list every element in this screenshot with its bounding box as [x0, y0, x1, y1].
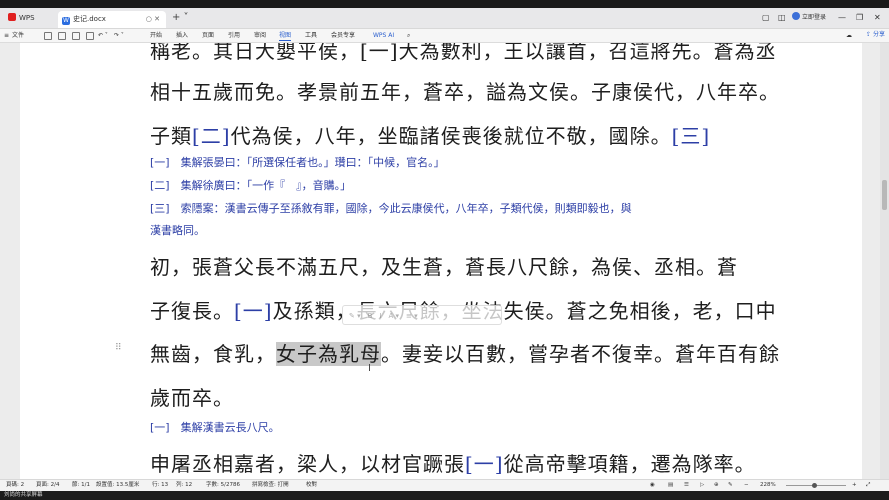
body-line-1: 稱老。其日大嬰平侯，[一]大為數利，王以讓首，召這將先。蒼為丞: [150, 43, 777, 63]
status-row: 行: 13: [152, 482, 169, 488]
selected-text[interactable]: 女子為乳母: [276, 342, 381, 366]
menu-member[interactable]: 会员专享: [331, 29, 355, 42]
wps-logo-icon: [8, 13, 16, 21]
screen-share-top-bar: [0, 0, 889, 8]
document-page[interactable]: 稱老。其日大嬰平侯，[一]大為數利，王以讓首，召這將先。蒼為丞 相十五歲而免。孝…: [20, 43, 862, 479]
menu-file[interactable]: 文件: [12, 29, 24, 42]
undo-icon[interactable]: ↶ ˅: [98, 29, 108, 42]
note-line-3: [三] 索隱案：漢書云傳子至孫敘有罪，國除，今此云康侯代，八年卒，子類代侯，則類…: [150, 202, 632, 215]
play-icon[interactable]: ▷: [700, 480, 704, 491]
text-run: 子復長。: [150, 299, 234, 323]
menu-page[interactable]: 页面: [202, 29, 214, 42]
zoom-out-icon[interactable]: −: [744, 480, 749, 491]
body-line-8: 申屠丞相嘉者，梁人，以材官蹶張[一]從高帝擊項籍，遷為隊率。: [150, 448, 756, 477]
fit-icon[interactable]: ⤢: [866, 480, 870, 491]
avatar-icon: [792, 12, 800, 20]
text-cursor-icon: I: [368, 363, 371, 374]
text-run: 申屠丞相嘉者，梁人，以材官蹶張: [150, 452, 465, 476]
zoom-in-icon[interactable]: +: [852, 480, 857, 491]
open-icon[interactable]: [58, 32, 66, 40]
status-col: 列: 12: [176, 482, 193, 488]
layout-icon[interactable]: ▢: [762, 11, 770, 25]
edit-icon[interactable]: ✎: [728, 480, 733, 491]
taskbar-label: 刘尚的共享屏幕: [4, 492, 43, 498]
menu-reference[interactable]: 引用: [228, 29, 240, 42]
text-run: 子類: [150, 124, 192, 148]
menu-wps-ai[interactable]: WPS AI: [373, 29, 394, 42]
menu-view[interactable]: 视图: [279, 29, 292, 41]
text-run: 。妻妾以百數，嘗孕者不復幸。蒼年百有餘: [381, 342, 780, 366]
floating-format-toolbar[interactable]: ✎ ▾ B I A ▾ ≡ ▾: [342, 305, 502, 325]
search-icon[interactable]: ⌕: [407, 29, 410, 42]
close-window-icon[interactable]: ✕: [874, 11, 881, 25]
close-tab-icon[interactable]: ○ ✕: [146, 11, 160, 27]
text-run: 從高帝擊項籍，遷為隊率。: [503, 452, 756, 476]
note-line-2: [二] 集解徐廣曰：「一作『 』，音購。」: [150, 179, 352, 192]
login-button[interactable]: 立即登录: [792, 12, 826, 24]
status-words[interactable]: 字數: 5/2786: [206, 480, 240, 491]
menu-home[interactable]: 开始: [150, 29, 162, 42]
restore-icon[interactable]: ❐: [856, 11, 863, 25]
body-line-7: 歲而卒。: [150, 386, 234, 410]
login-label: 立即登录: [802, 14, 827, 21]
footnote-ref[interactable]: [一]: [234, 299, 273, 323]
new-doc-icon[interactable]: [44, 32, 52, 40]
redo-icon[interactable]: ↷ ˅: [114, 29, 124, 42]
tab-wps-office[interactable]: WPS Office: [4, 10, 54, 38]
new-tab-icon[interactable]: + ˅: [172, 11, 189, 25]
status-spell[interactable]: 拼寫檢查: 打開: [252, 480, 289, 491]
menu-bar: ≡ 文件 ↶ ˅ ↷ ˅ 开始 插入 页面 引用 审阅 视图 工具 会员专享 W…: [0, 29, 889, 43]
save-icon[interactable]: [86, 32, 94, 40]
hamburger-icon[interactable]: ≡: [4, 29, 9, 42]
drag-handle-icon[interactable]: ⠿: [115, 343, 122, 353]
share-button[interactable]: ⇪ 分享: [866, 30, 885, 40]
tile-icon[interactable]: ◫: [778, 11, 786, 25]
footnote-ref[interactable]: [三]: [672, 124, 711, 148]
outline-icon[interactable]: ☰: [684, 480, 689, 491]
text-run: 無齒，食乳，: [150, 342, 276, 366]
menu-review[interactable]: 审阅: [254, 29, 266, 42]
word-doc-icon: W: [62, 17, 70, 25]
menu-tools[interactable]: 工具: [305, 29, 317, 42]
text-run: 代為侯，八年，坐臨諸侯喪後就位不敬，國除。: [230, 124, 672, 148]
body-line-2: 相十五歲而免。孝景前五年，蒼卒，謚為文侯。子康侯代，八年卒。: [150, 80, 780, 104]
document-workspace: 稱老。其日大嬰平侯，[一]大為數利，王以讓首，召這將先。蒼為丞 相十五歲而免。孝…: [0, 43, 889, 479]
tab-doc-label: 史记.docx: [73, 15, 106, 23]
tab-bar: WPS Office W史记.docx ○ ✕ + ˅ ▢ ◫ 立即登录 — ❐…: [0, 8, 889, 38]
menu-insert[interactable]: 插入: [176, 29, 188, 42]
taskbar: 刘尚的共享屏幕: [0, 491, 889, 500]
page-view-icon[interactable]: ▤: [668, 480, 673, 491]
body-line-6: 無齒，食乳，女子為乳母。妻妾以百數，嘗孕者不復幸。蒼年百有餘: [150, 338, 780, 367]
status-page: 頁碼: 2: [6, 482, 25, 488]
status-proof[interactable]: 校對: [306, 480, 317, 491]
note-line-3-cont: 漢書略同。: [150, 224, 205, 237]
body-line-4: 初，張蒼父長不滿五尺，及生蒼，蒼長八尺餘，為侯、丞相。蒼: [150, 255, 738, 279]
footnote-ref[interactable]: [一]: [465, 452, 504, 476]
print-icon[interactable]: [72, 32, 80, 40]
eye-icon[interactable]: ◉: [650, 480, 655, 491]
minimize-icon[interactable]: —: [838, 11, 846, 25]
body-line-3: 子類[二]代為侯，八年，坐臨諸侯喪後就位不敬，國除。[三]: [150, 120, 710, 149]
tab-document[interactable]: W 史记.docx ○ ✕: [58, 11, 166, 28]
note-line-1: [一] 集解張晏曰：「所選保任者也。」瓚曰：「中候，官名。」: [150, 156, 445, 169]
zoom-slider-knob[interactable]: [812, 483, 817, 488]
cloud-icon[interactable]: ☁: [846, 29, 852, 42]
share-label: 分享: [872, 31, 885, 38]
vertical-scrollbar[interactable]: [880, 43, 889, 479]
scrollbar-thumb[interactable]: [882, 180, 887, 210]
status-bar: 頁碼: 2 頁面: 2/4 節: 1/1 設置值: 13.5厘米 行: 13 列…: [0, 479, 889, 491]
status-setting: 設置值: 13.5厘米: [96, 482, 140, 488]
status-section: 節: 1/1: [72, 482, 90, 488]
status-pages[interactable]: 頁面: 2/4: [36, 480, 59, 491]
zoom-level[interactable]: 228%: [760, 480, 776, 491]
note-line-4: [一] 集解漢書云長八尺。: [150, 421, 280, 434]
footnote-ref[interactable]: [二]: [192, 124, 231, 148]
web-icon[interactable]: ⊕: [714, 480, 719, 491]
